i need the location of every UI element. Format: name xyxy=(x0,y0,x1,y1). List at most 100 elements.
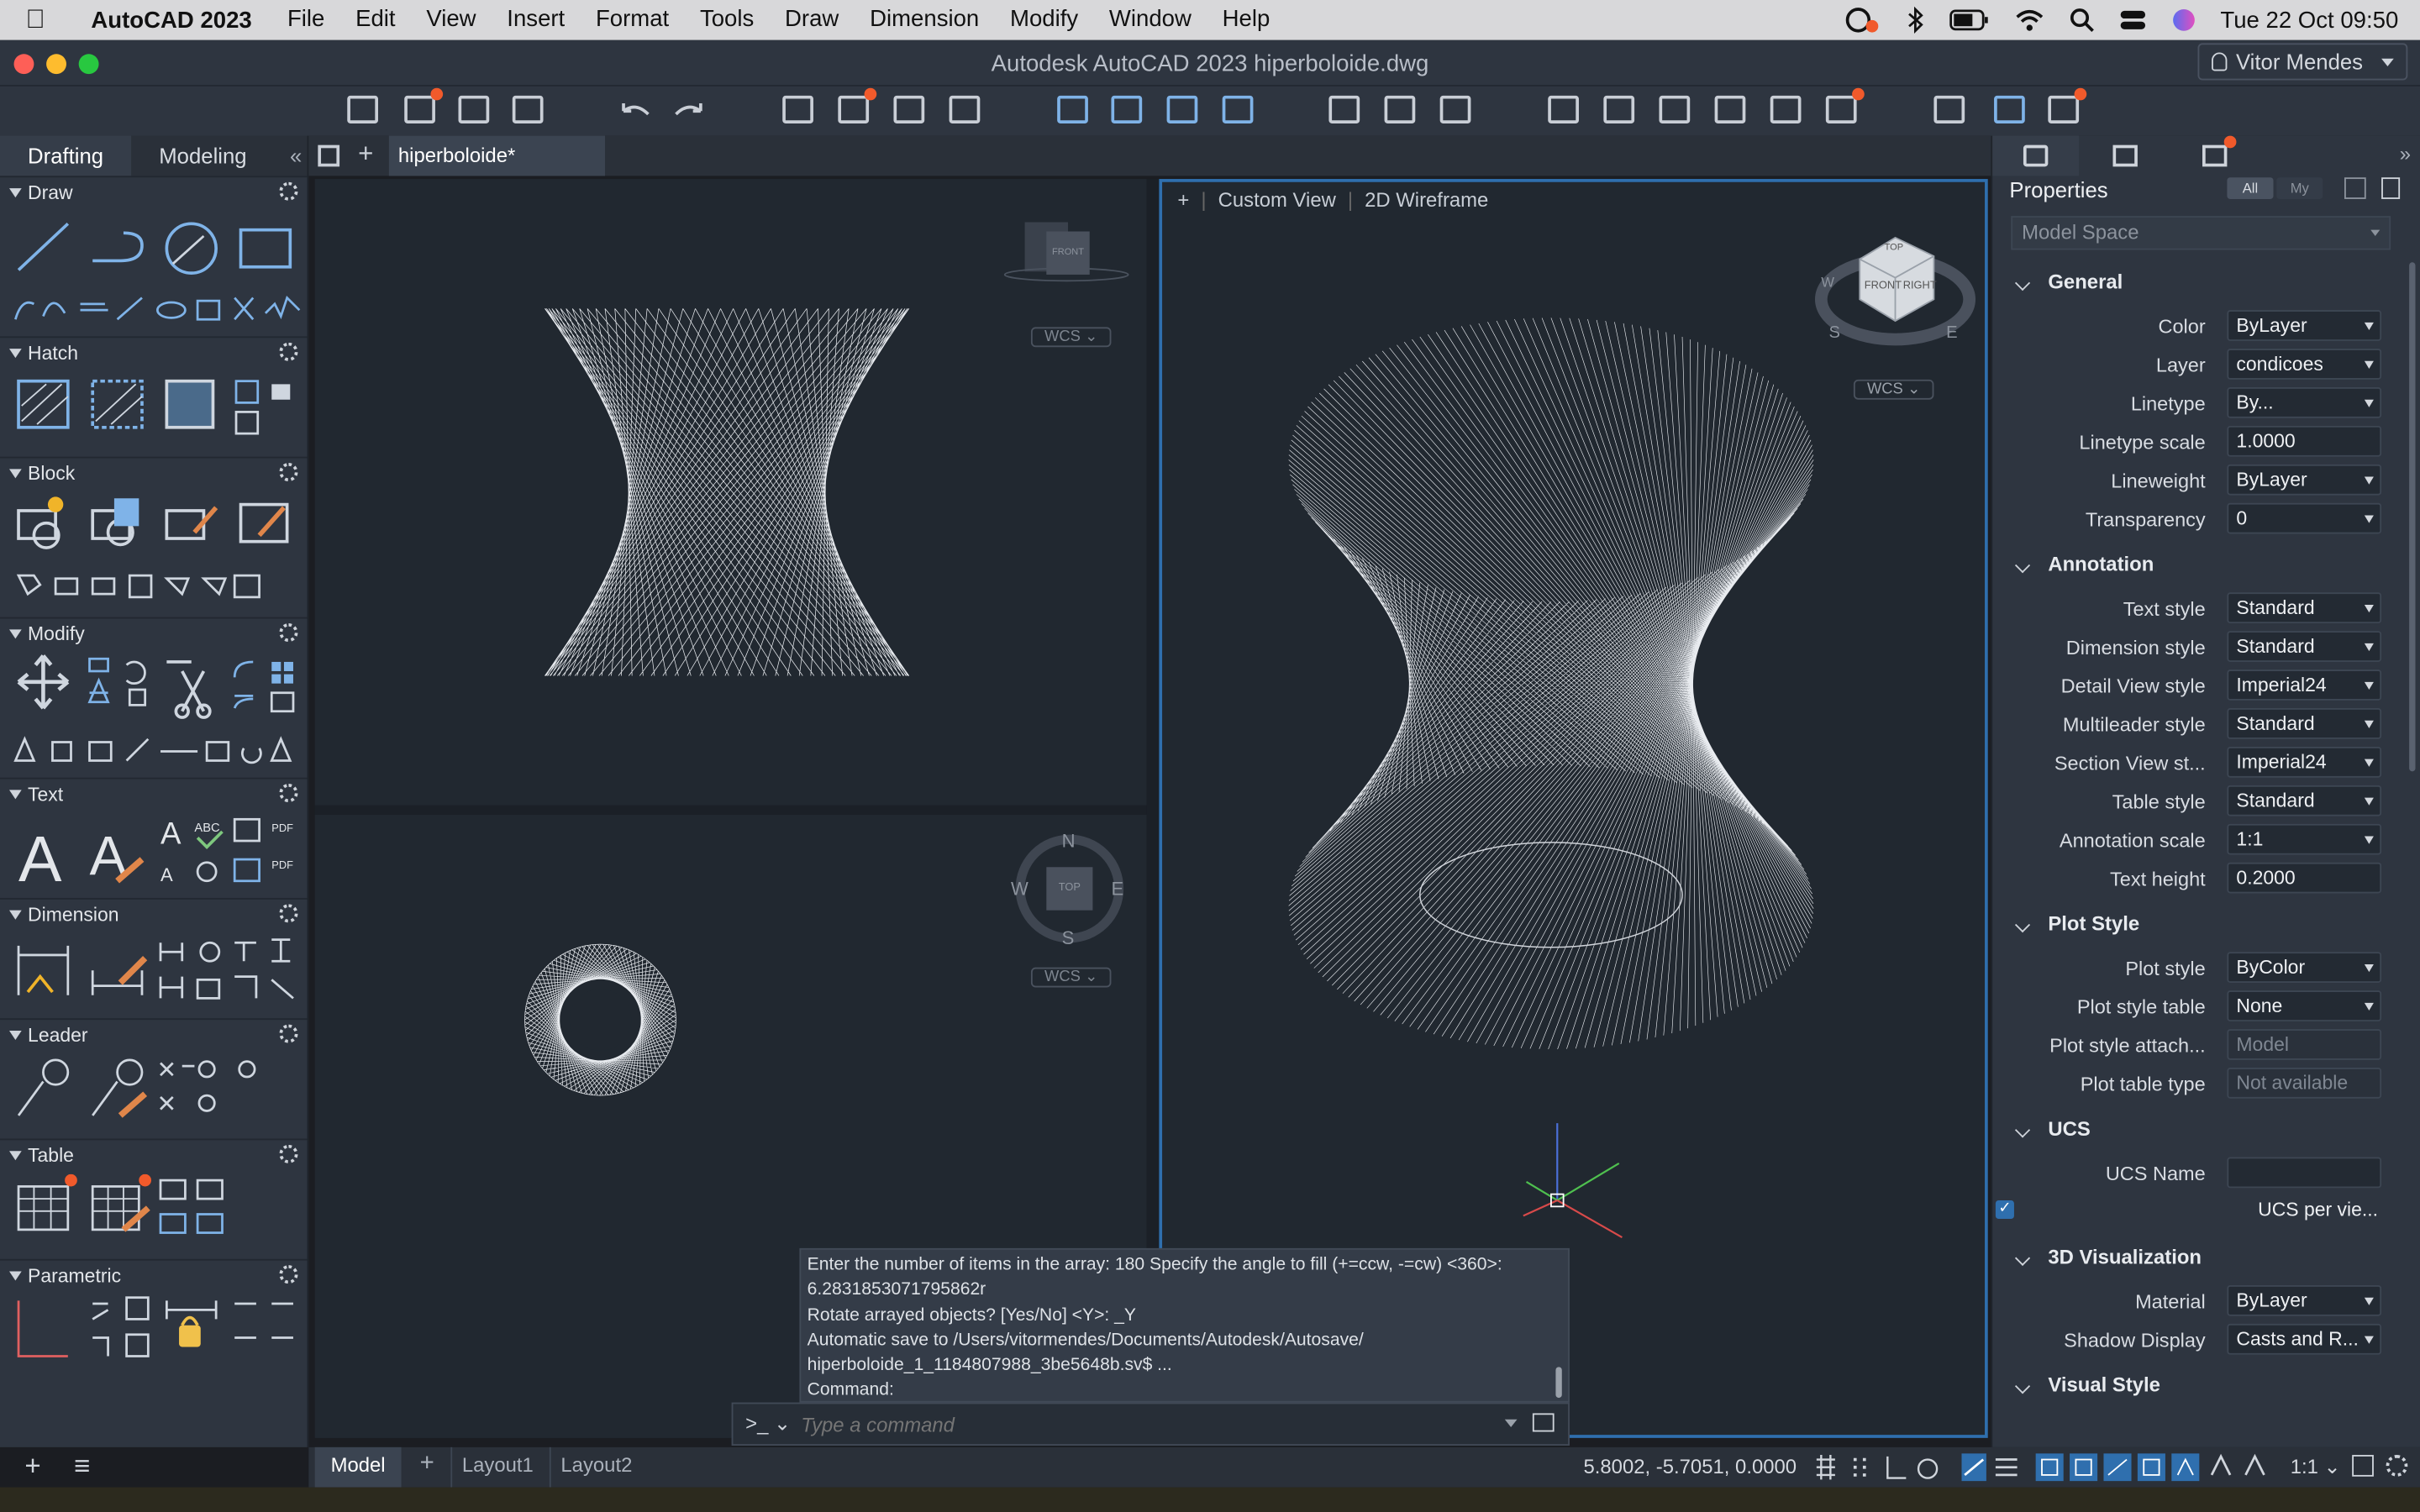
apple-menu-icon[interactable]:  xyxy=(0,5,71,36)
selection-dropdown[interactable]: Model Space xyxy=(2011,216,2391,250)
command-customize-icon[interactable] xyxy=(1532,1413,1555,1432)
category-general[interactable]: General xyxy=(1992,265,2409,299)
viewport-front[interactable]: FRONT WCS ⌄ xyxy=(314,179,1147,806)
property-value[interactable]: 0.2000 xyxy=(2227,862,2382,894)
select-objects-icon[interactable] xyxy=(2381,177,2401,199)
properties-scrollbar[interactable] xyxy=(2409,262,2416,772)
publish-icon[interactable] xyxy=(893,95,925,123)
category-annotation[interactable]: Annotation xyxy=(1992,548,2409,581)
view-cube-right-face[interactable]: RIGHT xyxy=(1903,281,1937,291)
ucs-menu[interactable]: WCS ⌄ xyxy=(1030,967,1112,988)
export-icon[interactable] xyxy=(949,95,981,123)
view-menu[interactable]: Custom View xyxy=(1218,188,1336,212)
menu-view[interactable]: View xyxy=(411,0,492,40)
tab-modeling[interactable]: Modeling xyxy=(131,136,275,176)
property-value[interactable]: By... xyxy=(2227,387,2382,418)
property-value[interactable]: ByColor xyxy=(2227,952,2382,984)
plot-icon[interactable] xyxy=(782,95,813,123)
table-tools[interactable] xyxy=(13,1173,302,1257)
layout-tab-layout2[interactable]: Layout2 xyxy=(549,1446,642,1488)
customize-status-icon[interactable] xyxy=(2386,1455,2408,1477)
design-center-icon[interactable] xyxy=(1770,95,1802,123)
menu-window[interactable]: Window xyxy=(1094,0,1207,40)
add-palette-icon[interactable]: + xyxy=(24,1451,40,1483)
section-modify-header[interactable]: Modify xyxy=(0,619,308,650)
view-cube-top-face[interactable]: TOP xyxy=(1885,244,1903,253)
category-3d-visualization[interactable]: 3D Visualization xyxy=(1992,1241,2409,1274)
pan-icon[interactable] xyxy=(1384,95,1416,123)
command-history-scrollbar[interactable] xyxy=(1555,1367,1562,1399)
property-value[interactable]: Imperial24 xyxy=(2227,669,2382,701)
visual-style-menu[interactable]: 2D Wireframe xyxy=(1365,188,1488,212)
new-tab-icon[interactable]: + xyxy=(358,139,373,170)
category-visual-style[interactable]: Visual Style xyxy=(1992,1368,2409,1402)
quick-select-icon[interactable] xyxy=(2344,177,2366,199)
property-value[interactable]: None xyxy=(2227,990,2382,1021)
coordinates-readout[interactable]: 5.8002, -5.7051, 0.0000 xyxy=(1583,1455,1797,1478)
view-cube-front[interactable]: FRONT xyxy=(1046,231,1090,275)
leader-tools[interactable] xyxy=(13,1053,302,1137)
dimension-tools[interactable] xyxy=(13,933,302,1016)
view-cube-front-face[interactable]: FRONT xyxy=(1865,281,1902,291)
menu-modify[interactable]: Modify xyxy=(995,0,1094,40)
web-mobile-icon[interactable] xyxy=(1222,95,1254,123)
open-file-icon[interactable] xyxy=(404,87,444,123)
section-parametric-header[interactable]: Parametric xyxy=(0,1261,308,1292)
property-value[interactable]: ByLayer xyxy=(2227,1285,2382,1316)
import-icon[interactable] xyxy=(1111,95,1143,123)
modify-tools[interactable] xyxy=(13,653,302,776)
xref-icon[interactable] xyxy=(1659,95,1691,123)
filter-my[interactable]: My xyxy=(2276,177,2323,199)
table-settings-icon[interactable] xyxy=(279,1144,298,1163)
save-as-icon[interactable] xyxy=(512,95,544,123)
properties-tab[interactable] xyxy=(1992,135,2080,176)
category-ucs[interactable]: UCS xyxy=(1992,1112,2409,1146)
hatch-settings-icon[interactable] xyxy=(279,342,298,361)
send-feedback-icon[interactable] xyxy=(1994,95,2025,123)
sheet-set-icon[interactable] xyxy=(1166,95,1198,123)
orbit-icon[interactable] xyxy=(1439,95,1471,123)
section-block-header[interactable]: Block xyxy=(0,459,308,490)
filter-all[interactable]: All xyxy=(2227,177,2274,199)
dimension-settings-icon[interactable] xyxy=(279,904,298,923)
property-value[interactable]: 1.0000 xyxy=(2227,425,2382,457)
command-dropdown-icon[interactable] xyxy=(1504,1419,1518,1427)
add-layout-icon[interactable]: + xyxy=(420,1451,434,1478)
app-store-icon[interactable] xyxy=(2048,87,2087,123)
tab-drafting[interactable]: Drafting xyxy=(0,135,132,176)
property-value[interactable]: UCS per vie... xyxy=(2227,1195,2381,1226)
match-properties-icon[interactable] xyxy=(1603,95,1635,123)
property-value[interactable]: Imperial24 xyxy=(2227,746,2382,778)
layout-tab-model[interactable]: Model xyxy=(314,1446,402,1488)
section-leader-header[interactable]: Leader xyxy=(0,1020,308,1051)
view-cube-top[interactable]: TOP xyxy=(1046,867,1093,911)
redo-icon[interactable] xyxy=(673,99,707,121)
menu-draw[interactable]: Draw xyxy=(770,0,855,40)
share-icon[interactable] xyxy=(1057,95,1088,123)
property-value[interactable]: 1:1 xyxy=(2227,823,2382,855)
render-icon[interactable] xyxy=(1825,87,1865,123)
category-plot-style[interactable]: Plot Style xyxy=(1992,907,2409,941)
section-table-header[interactable]: Table xyxy=(0,1140,308,1171)
menu-edit[interactable]: Edit xyxy=(340,0,411,40)
viewport-splitter-horizontal[interactable] xyxy=(314,805,1147,815)
ucs-menu[interactable]: WCS ⌄ xyxy=(1030,327,1112,348)
menu-format[interactable]: Format xyxy=(581,0,685,40)
property-value[interactable]: 0 xyxy=(2227,502,2382,534)
blocks-tab[interactable] xyxy=(2171,135,2258,176)
property-value[interactable]: ByLayer xyxy=(2227,310,2382,341)
menu-insert[interactable]: Insert xyxy=(492,0,581,40)
control-center-icon[interactable] xyxy=(2118,8,2146,32)
expand-panel-icon[interactable]: » xyxy=(2400,142,2411,165)
property-value[interactable]: Standard xyxy=(2227,785,2382,816)
undo-icon[interactable] xyxy=(618,99,651,121)
parametric-tools[interactable] xyxy=(13,1294,302,1378)
menu-dimension[interactable]: Dimension xyxy=(855,0,995,40)
property-value[interactable]: Standard xyxy=(2227,708,2382,739)
property-value[interactable]: Standard xyxy=(2227,592,2382,624)
spotlight-search-icon[interactable] xyxy=(2069,8,2094,33)
workspace-switch-icon[interactable] xyxy=(2352,1455,2374,1477)
layer-properties-icon[interactable] xyxy=(1548,95,1579,123)
block-settings-icon[interactable] xyxy=(279,463,298,482)
section-dimension-header[interactable]: Dimension xyxy=(0,900,308,931)
